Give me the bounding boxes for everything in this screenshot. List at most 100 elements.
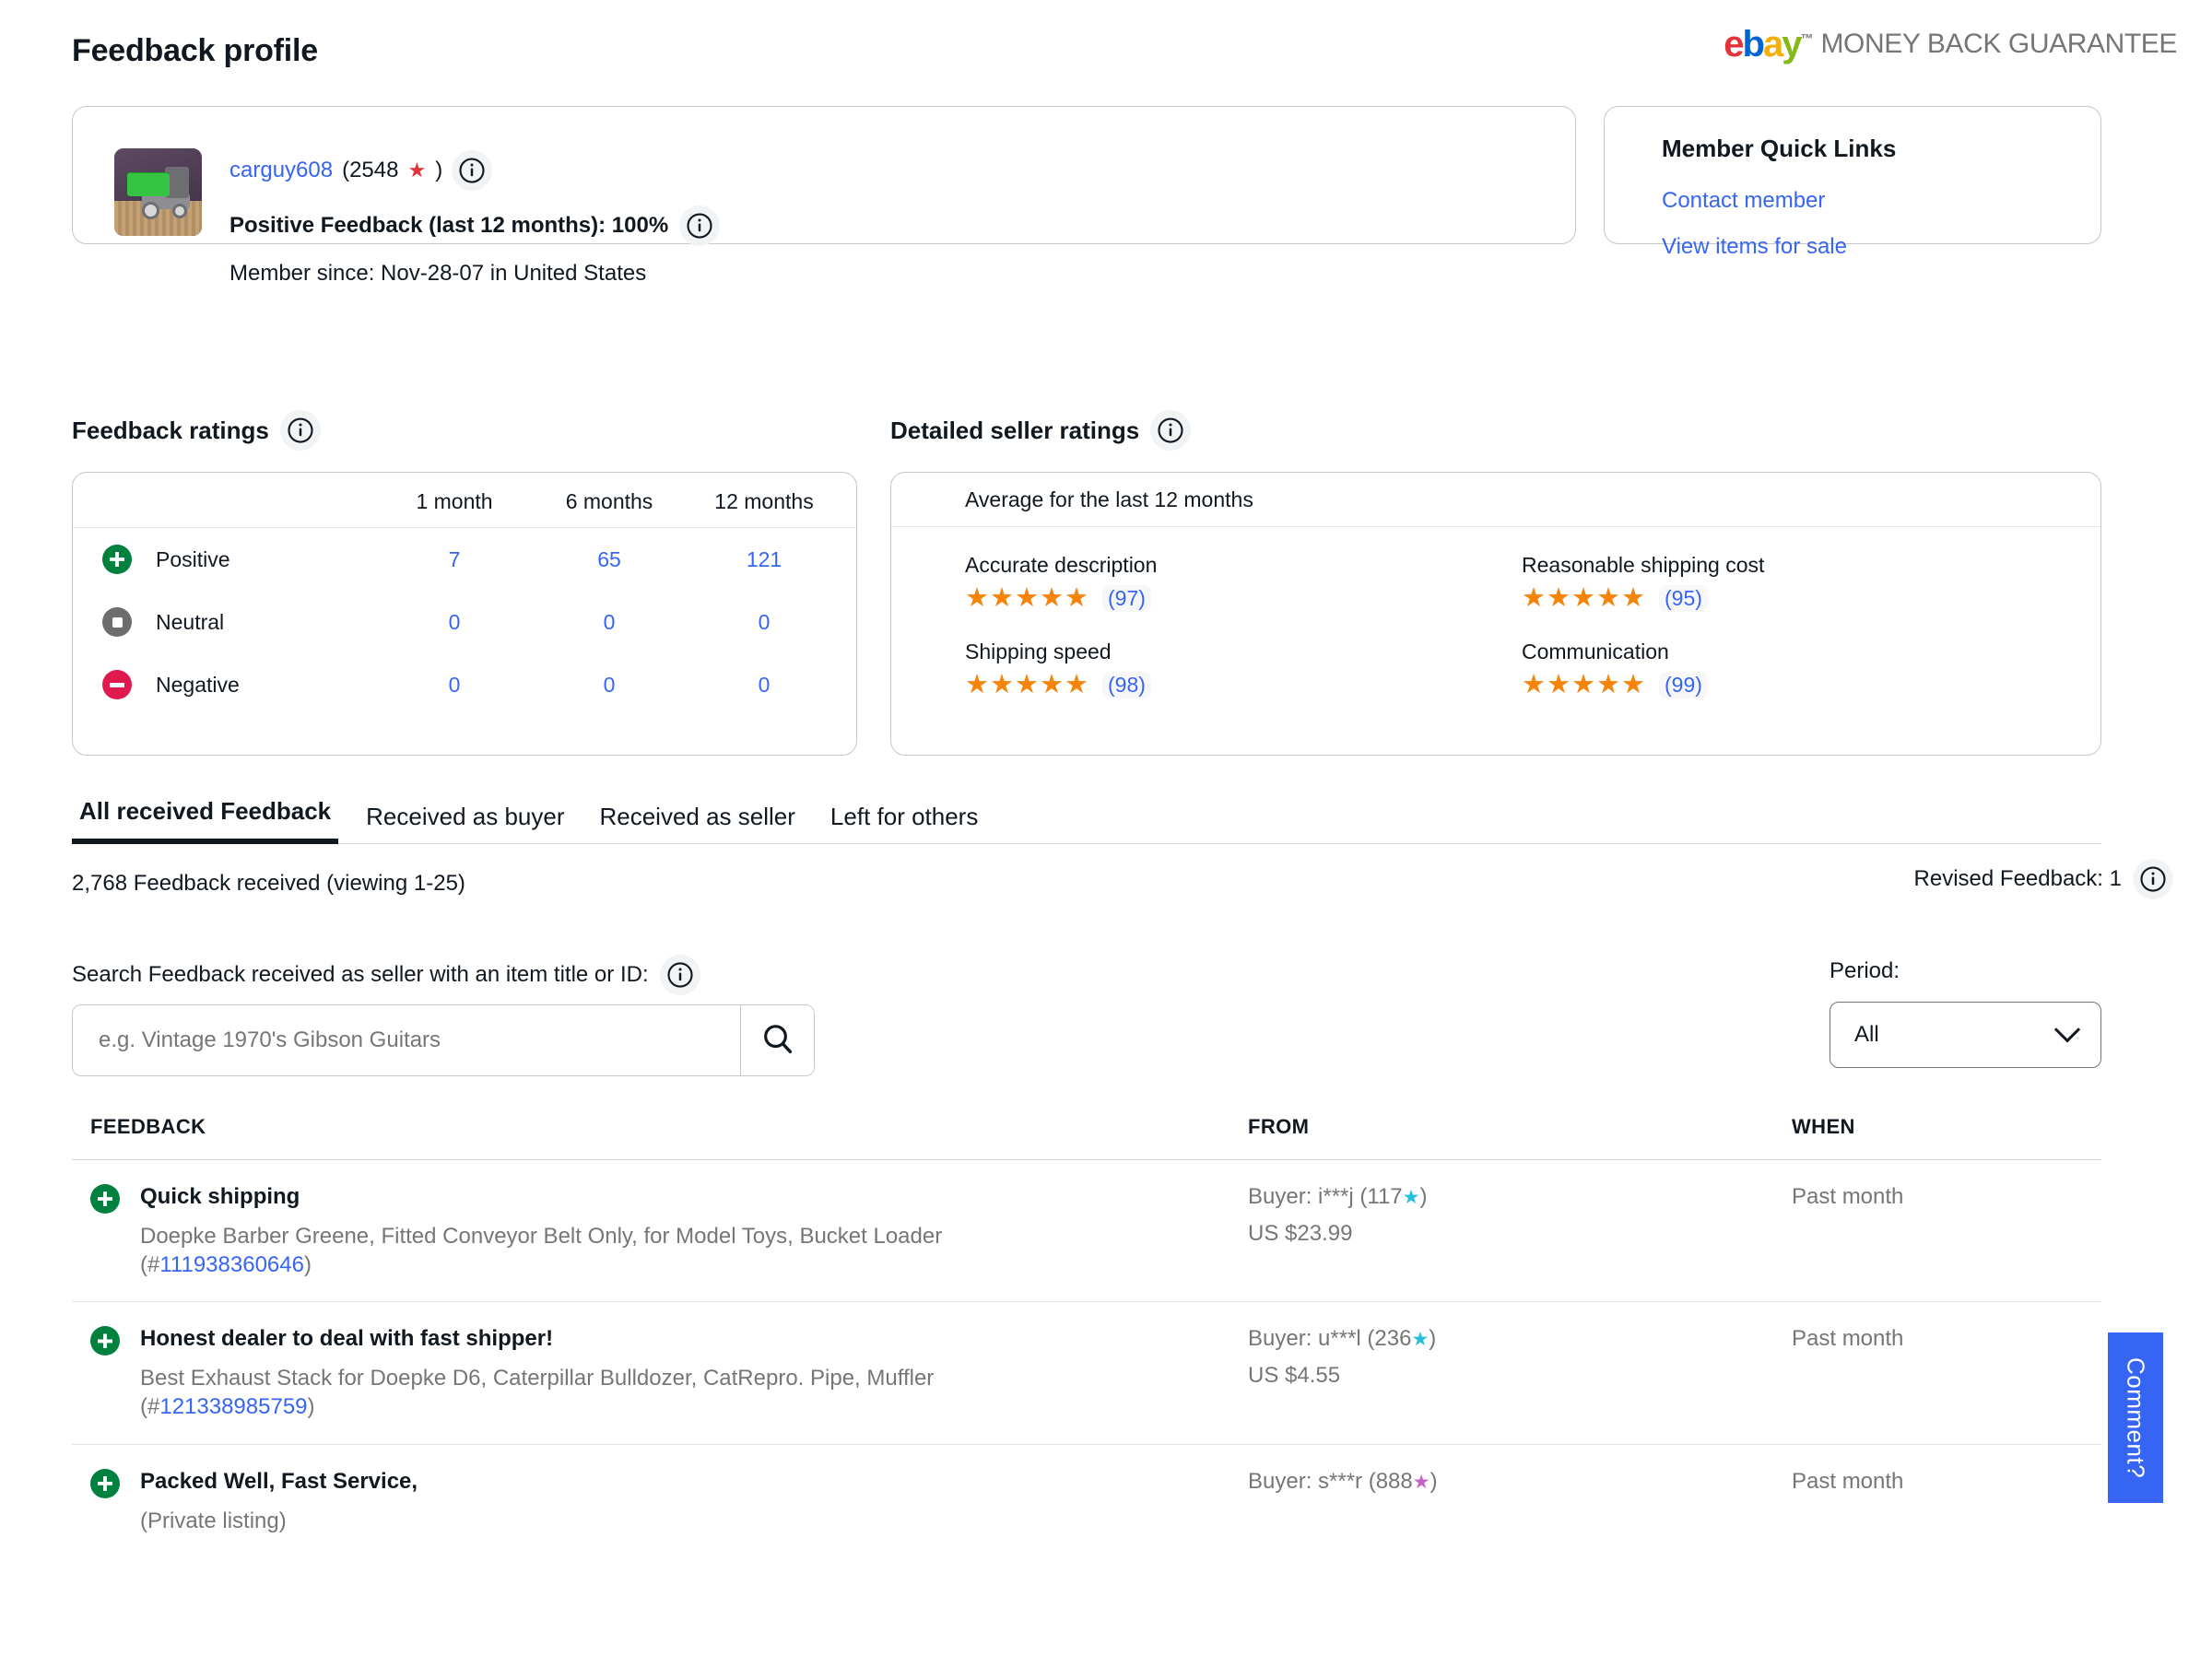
positive-icon: [102, 545, 132, 574]
revised-feedback-info-icon[interactable]: [2133, 859, 2173, 899]
item-id-prefix: (#: [140, 1251, 160, 1277]
star-rating-icon: ★★★★★: [965, 583, 1089, 613]
search-icon: [759, 1021, 796, 1061]
page-title: Feedback profile: [72, 33, 318, 68]
tab-all-received-feedback[interactable]: All received Feedback: [72, 797, 339, 844]
tab-left-for-others[interactable]: Left for others: [823, 803, 985, 844]
dsr-label: Accurate description: [965, 553, 1158, 577]
feedback-comment: Honest dealer to deal with fast shipper!: [140, 1326, 554, 1352]
period-label: Period:: [1830, 958, 1900, 983]
detailed-seller-ratings-heading: Detailed seller ratings: [890, 410, 1192, 451]
negative-icon: [102, 670, 132, 699]
red-star-icon: ★: [407, 158, 427, 182]
member-quick-links-card: Member Quick Links Contact member View i…: [1604, 106, 2101, 259]
rating-label-negative: Negative: [156, 672, 240, 697]
negative-1-month-count[interactable]: 0: [377, 673, 532, 698]
dsr-label: Communication: [1522, 640, 1669, 663]
search-info-icon[interactable]: [659, 955, 700, 995]
table-row: Honest dealer to deal with fast shipper!…: [72, 1302, 2101, 1445]
feedback-item-title: Doepke Barber Greene, Fitted Conveyor Be…: [140, 1223, 942, 1279]
dsr-item-reasonable-shipping-cost: Reasonable shipping cost ★★★★★ (95): [1522, 553, 2100, 612]
chevron-down-icon: [2053, 1016, 2081, 1043]
positive-icon: [90, 1184, 120, 1214]
feedback-from: Buyer: i***j (117★) US $23.99: [1248, 1184, 1792, 1279]
feedback-ratings-header-row: 1 month 6 months 12 months: [73, 473, 856, 528]
dsr-info-icon[interactable]: [1150, 410, 1192, 451]
column-header-from: FROM: [1248, 1115, 1310, 1138]
tab-received-as-seller[interactable]: Received as seller: [592, 803, 802, 844]
neutral-icon: [102, 607, 132, 637]
seller-identity-row: carguy608 (2548 ★ ): [229, 150, 720, 191]
search-input[interactable]: [73, 1005, 740, 1075]
seller-username-link[interactable]: carguy608: [229, 158, 333, 183]
period-select[interactable]: All: [1830, 1002, 2101, 1068]
search-feedback-label-row: Search Feedback received as seller with …: [72, 955, 700, 995]
item-title-text: Doepke Barber Greene, Fitted Conveyor Be…: [140, 1224, 943, 1249]
dsr-subtitle: Average for the last 12 months: [891, 473, 2100, 527]
table-row: Positive 7 65 121: [73, 528, 856, 591]
rating-label-positive: Positive: [156, 546, 230, 571]
item-title-text: Best Exhaust Stack for Doepke D6, Caterp…: [140, 1366, 935, 1391]
dsr-count[interactable]: (95): [1659, 585, 1708, 612]
neutral-1-month-count[interactable]: 0: [377, 610, 532, 635]
transaction-price: US $4.55: [1248, 1363, 1341, 1389]
dsr-item-accurate-description: Accurate description ★★★★★ (97): [965, 553, 1522, 612]
dsr-heading-label: Detailed seller ratings: [890, 416, 1140, 444]
seller-score-close: ): [435, 158, 443, 182]
negative-12-months-count[interactable]: 0: [687, 673, 841, 698]
star-rating-icon: ★★★★★: [1522, 583, 1646, 613]
positive-feedback-text: Positive Feedback (last 12 months): 100%: [229, 213, 669, 238]
tab-received-as-buyer[interactable]: Received as buyer: [359, 803, 571, 844]
dsr-count[interactable]: (97): [1102, 585, 1151, 612]
revised-feedback-text: Revised Feedback: 1: [1913, 866, 2122, 891]
dsr-count[interactable]: (98): [1102, 672, 1151, 698]
item-id-link[interactable]: 111938360646: [159, 1252, 304, 1277]
dsr-item-communication: Communication ★★★★★ (99): [1522, 640, 2100, 698]
table-row: Packed Well, Fast Service, (Private list…: [72, 1445, 2101, 1558]
table-row: Negative 0 0 0: [73, 653, 856, 716]
positive-6-months-count[interactable]: 65: [532, 547, 687, 572]
rating-label-neutral: Neutral: [156, 609, 225, 634]
seller-score-open: (2548: [342, 158, 399, 182]
search-feedback-label: Search Feedback received as seller with …: [72, 962, 649, 987]
feedback-profile-page: Feedback profile ebay™ MONEY BACK GUARAN…: [0, 0, 2212, 1655]
ebay-money-back-guarantee-logo: ebay™ MONEY BACK GUARANTEE: [1724, 26, 2177, 63]
mbg-text: MONEY BACK GUARANTEE: [1820, 29, 2177, 59]
comment-side-tab[interactable]: Comment?: [2108, 1332, 2163, 1503]
feedback-comment: Packed Well, Fast Service,: [140, 1468, 418, 1494]
item-id-suffix: ): [307, 1394, 315, 1420]
buyer-name: Buyer: u***l (236: [1248, 1326, 1412, 1352]
quick-link-contact-member[interactable]: Contact member: [1662, 188, 1825, 214]
feedback-ratings-info-icon[interactable]: [279, 410, 321, 451]
negative-6-months-count[interactable]: 0: [532, 673, 687, 698]
column-header-when: WHEN: [1792, 1115, 1855, 1138]
feedback-when: Past month: [1792, 1326, 1904, 1352]
feedback-comment: Quick shipping: [140, 1184, 300, 1209]
buyer-star-icon: ★: [1411, 1329, 1430, 1351]
feedback-tabs: All received Feedback Received as buyer …: [72, 797, 2101, 844]
column-header-12-months: 12 months: [714, 489, 814, 513]
buyer-close-paren: ): [1430, 1468, 1438, 1494]
item-id-link[interactable]: 121338985759: [159, 1394, 307, 1419]
detailed-seller-ratings-card: Average for the last 12 months Accurate …: [890, 472, 2101, 756]
positive-feedback-info-icon[interactable]: [679, 205, 721, 246]
positive-1-month-count[interactable]: 7: [377, 547, 532, 572]
search-box: [72, 1004, 815, 1076]
quick-link-view-items-for-sale[interactable]: View items for sale: [1662, 234, 1847, 260]
neutral-6-months-count[interactable]: 0: [532, 610, 687, 635]
dsr-count[interactable]: (99): [1659, 672, 1708, 698]
search-button[interactable]: [740, 1005, 814, 1075]
column-header-6-months: 6 months: [565, 489, 653, 513]
dsr-label: Reasonable shipping cost: [1522, 553, 1765, 577]
neutral-12-months-count[interactable]: 0: [687, 610, 841, 635]
seller-score-info-icon[interactable]: [452, 150, 493, 191]
buyer-star-icon: ★: [1412, 1471, 1430, 1493]
positive-feedback-row: Positive Feedback (last 12 months): 100%: [229, 205, 721, 246]
quick-links-title: Member Quick Links: [1662, 135, 1897, 162]
feedback-list-table: FEEDBACK FROM WHEN Quick shipping Doepke…: [72, 1115, 2101, 1558]
positive-12-months-count[interactable]: 121: [687, 547, 841, 572]
item-id-suffix: ): [303, 1251, 312, 1277]
feedback-item-title: Best Exhaust Stack for Doepke D6, Caterp…: [140, 1365, 934, 1421]
table-row: Quick shipping Doepke Barber Greene, Fit…: [72, 1160, 2101, 1303]
feedback-item-title: (Private listing): [140, 1508, 418, 1536]
